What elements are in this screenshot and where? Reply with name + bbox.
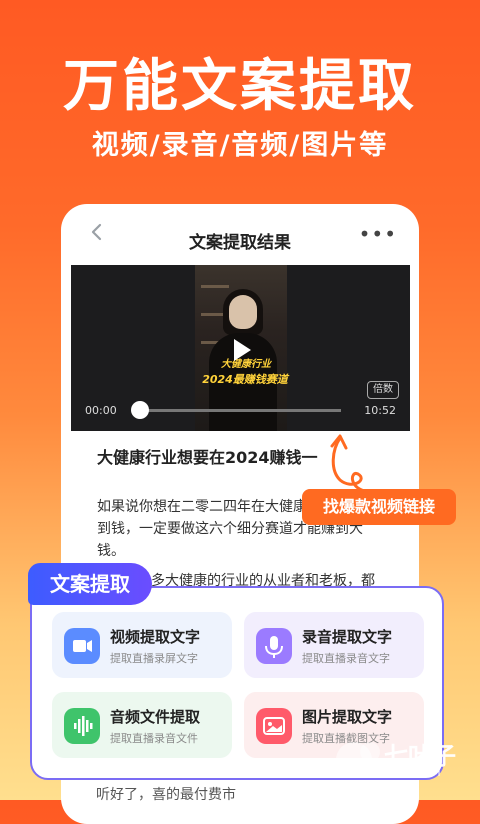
- more-horizontal-icon[interactable]: •••: [359, 224, 397, 244]
- hero-subtitle: 视频/录音/音频/图片等: [91, 130, 389, 161]
- audio-file-icon: [64, 708, 100, 744]
- progress-knob[interactable]: [131, 401, 149, 419]
- video-camera-icon: [64, 628, 100, 664]
- microphone-icon: [256, 628, 292, 664]
- card-recording-to-text[interactable]: 录音提取文字 提取直播录音文字: [244, 612, 424, 678]
- card-video-to-text[interactable]: 视频提取文字 提取直播录屏文字: [52, 612, 232, 678]
- hero-title: 万能文案提取: [63, 54, 417, 119]
- article-line: 钱。: [97, 543, 125, 559]
- card-sublabel: 提取直播录屏文字: [110, 652, 198, 665]
- progress-track[interactable]: [141, 409, 341, 412]
- video-player[interactable]: 大健康行业 2024最赚钱赛道 倍数 00:00 10:52: [71, 265, 410, 431]
- speed-button[interactable]: 倍数: [367, 381, 399, 399]
- panel-tab-label: 文案提取: [28, 563, 152, 605]
- card-label: 视频提取文字: [110, 628, 201, 646]
- nav-bar: 文案提取结果 •••: [61, 204, 419, 262]
- card-label: 录音提取文字: [302, 628, 393, 646]
- card-audio-file[interactable]: 音频文件提取 提取直播录音文件: [52, 692, 232, 758]
- card-sublabel: 提取直播录音文字: [302, 652, 390, 665]
- card-sublabel: 提取直播录音文件: [110, 732, 198, 745]
- current-time: 00:00: [85, 404, 117, 417]
- card-label: 图片提取文字: [302, 708, 393, 726]
- play-icon[interactable]: [227, 336, 255, 364]
- image-icon: [256, 708, 292, 744]
- article-line: 听好了，喜的最付费市: [96, 787, 236, 803]
- total-time: 10:52: [364, 404, 396, 417]
- find-video-link-tag[interactable]: 找爆款视频链接: [302, 489, 456, 525]
- video-caption-bottom: 2024最赚钱赛道: [202, 373, 288, 386]
- card-label: 音频文件提取: [110, 708, 201, 726]
- watermark-url: 7YZ.COM: [384, 766, 442, 779]
